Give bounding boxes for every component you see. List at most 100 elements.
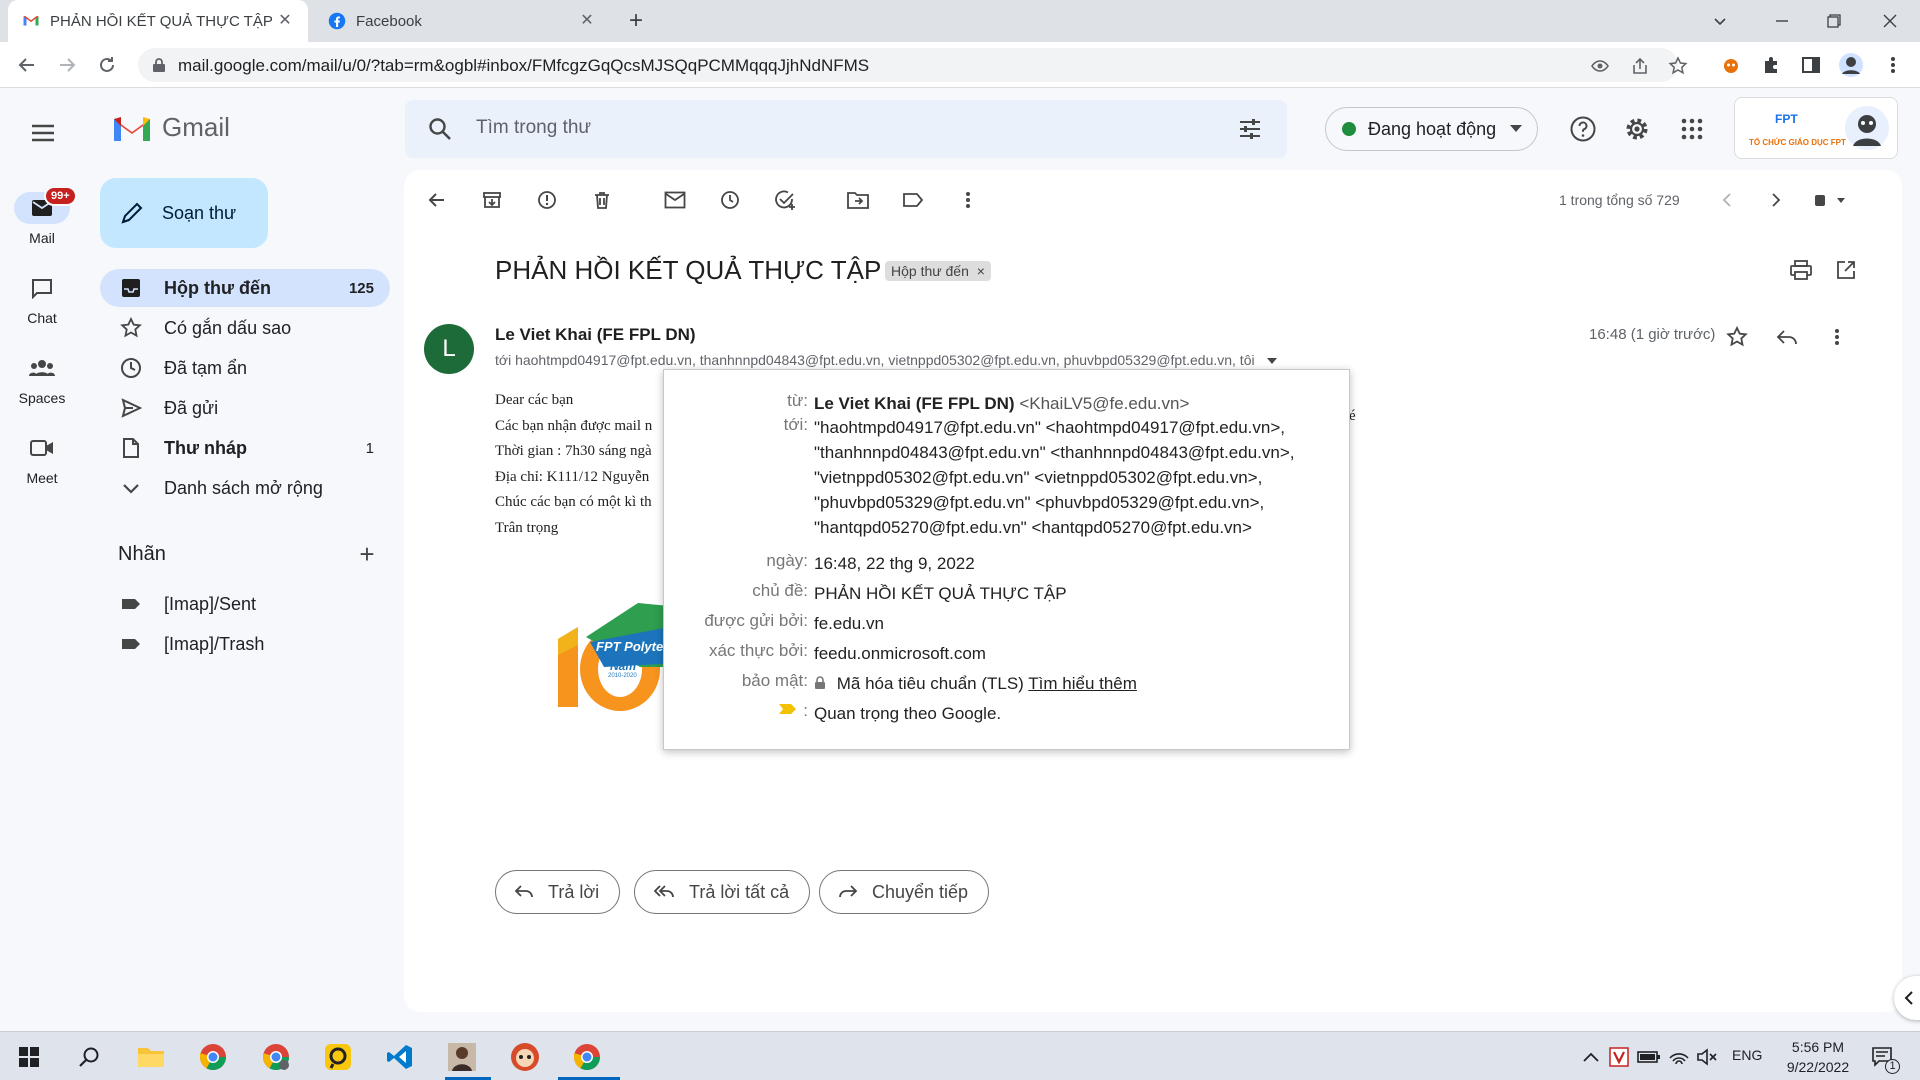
message-details-popup: từ: Le Viet Khai (FE FPL DN) <KhaiLV5@fe… <box>663 369 1350 750</box>
file-explorer-icon[interactable] <box>134 1040 168 1074</box>
windows-start-icon[interactable] <box>12 1040 46 1074</box>
photo-app-icon[interactable] <box>445 1040 479 1074</box>
clock-icon <box>120 357 142 379</box>
battery-icon[interactable] <box>1632 1040 1666 1074</box>
minimize-button[interactable] <box>1756 0 1808 42</box>
help-icon[interactable] <box>1568 114 1598 144</box>
chrome-active-icon[interactable] <box>570 1040 604 1074</box>
vscode-icon[interactable] <box>383 1040 417 1074</box>
inbox-label-chip[interactable]: Hộp thư đến × <box>885 261 991 281</box>
label-item[interactable]: [Imap]/Sent <box>100 585 390 623</box>
nav-more[interactable]: Danh sách mở rộng <box>100 469 390 507</box>
close-window-button[interactable] <box>1864 0 1916 42</box>
language-indicator[interactable]: ENG <box>1732 1047 1762 1063</box>
nav-sent[interactable]: Đã gửi <box>100 389 390 427</box>
game-app-icon[interactable] <box>508 1040 542 1074</box>
rail-meet[interactable]: Meet <box>0 432 84 486</box>
reply-arrow-icon <box>514 884 534 900</box>
chrome-icon[interactable] <box>196 1040 230 1074</box>
show-details-caret-icon[interactable] <box>1266 358 1277 365</box>
move-to-icon[interactable] <box>843 185 873 215</box>
notifications-icon[interactable]: 1 <box>1866 1040 1900 1074</box>
extension-bug-icon[interactable] <box>1718 52 1744 78</box>
settings-gear-icon[interactable] <box>1622 114 1652 144</box>
chip-label: Hộp thư đến <box>891 263 969 279</box>
input-tools-icon[interactable] <box>1809 185 1849 215</box>
taskbar-clock[interactable]: 5:56 PM 9/22/2022 <box>1768 1037 1868 1077</box>
back-to-inbox-icon[interactable] <box>422 185 452 215</box>
archive-icon[interactable] <box>477 185 507 215</box>
taskbar-search-icon[interactable] <box>72 1040 106 1074</box>
search-options-icon[interactable] <box>1237 116 1263 142</box>
older-chevron-icon[interactable] <box>1761 185 1791 215</box>
nav-inbox[interactable]: Hộp thư đến 125 <box>100 269 390 307</box>
label-icon[interactable] <box>898 185 928 215</box>
rail-chat[interactable]: Chat <box>0 272 84 326</box>
share-icon[interactable] <box>1630 56 1650 76</box>
inbox-icon <box>120 277 142 299</box>
learn-more-link[interactable]: Tìm hiểu thêm <box>1028 674 1137 693</box>
search-input[interactable]: Tìm trong thư <box>476 117 591 139</box>
add-label-button[interactable]: + <box>354 541 380 568</box>
status-selector[interactable]: Đang hoạt động <box>1325 107 1538 151</box>
lock-icon[interactable] <box>152 57 166 73</box>
tab-facebook[interactable]: Facebook ✕ <box>314 0 610 42</box>
sender-avatar[interactable]: L <box>424 324 474 374</box>
new-tab-button[interactable]: + <box>622 8 650 36</box>
side-panel-icon[interactable] <box>1798 52 1824 78</box>
tray-v-app-icon[interactable] <box>1602 1040 1636 1074</box>
more-actions-icon[interactable] <box>953 185 983 215</box>
reply-icon[interactable] <box>1772 322 1802 352</box>
snooze-icon[interactable] <box>715 185 745 215</box>
star-message-icon[interactable] <box>1722 322 1752 352</box>
search-icon[interactable] <box>427 116 453 142</box>
label-item[interactable]: [Imap]/Trash <box>100 625 390 663</box>
volume-muted-icon[interactable] <box>1690 1040 1724 1074</box>
chrome-menu-icon[interactable] <box>1880 52 1906 78</box>
to-line: "hantqpd05270@fpt.edu.vn" <hantqpd05270@… <box>814 518 1252 537</box>
nav-snoozed[interactable]: Đã tạm ẩn <box>100 349 390 387</box>
apps-grid-icon[interactable] <box>1677 114 1707 144</box>
nav-label: Danh sách mở rộng <box>164 477 323 498</box>
tab-gmail[interactable]: PHẢN HỒI KẾT QUẢ THỰC TẬP - ✕ <box>8 0 308 42</box>
add-task-icon[interactable] <box>770 185 800 215</box>
address-bar[interactable]: mail.google.com/mail/u/0/?tab=rm&ogbl#in… <box>138 48 1688 82</box>
forward-button[interactable] <box>52 50 82 80</box>
account-badge[interactable]: FPT TỔ CHỨC GIÁO DỤC FPT <box>1734 97 1898 159</box>
remove-label-icon[interactable]: × <box>977 263 985 279</box>
rail-mail[interactable]: 99+ Mail <box>0 186 84 246</box>
tab-close-icon[interactable]: ✕ <box>276 12 294 30</box>
compose-button[interactable]: Soạn thư <box>100 178 268 248</box>
gmail-logo[interactable]: Gmail <box>112 112 230 143</box>
status-label: Đang hoạt động <box>1368 118 1497 139</box>
search-bar[interactable]: Tìm trong thư <box>405 100 1287 158</box>
delete-icon[interactable] <box>587 185 617 215</box>
reply-all-button[interactable]: Trả lời tất cả <box>634 870 811 914</box>
restore-button[interactable] <box>1808 0 1860 42</box>
tab-search-icon[interactable] <box>1694 0 1746 42</box>
nav-starred[interactable]: Có gắn dấu sao <box>100 309 390 347</box>
app-chat-icon[interactable] <box>321 1040 355 1074</box>
chrome-profile-icon[interactable] <box>259 1040 293 1074</box>
forward-button[interactable]: Chuyển tiếp <box>819 870 990 914</box>
print-icon[interactable] <box>1786 255 1816 285</box>
reload-button[interactable] <box>92 50 122 80</box>
newer-chevron-icon[interactable] <box>1712 185 1742 215</box>
bookmark-star-icon[interactable] <box>1668 56 1688 76</box>
message-more-icon[interactable] <box>1822 322 1852 352</box>
message-subject: PHẢN HỒI KẾT QUẢ THỰC TẬP <box>495 255 882 285</box>
eye-icon[interactable] <box>1590 56 1610 76</box>
tab-close-icon[interactable]: ✕ <box>578 12 596 30</box>
sender-name[interactable]: Le Viet Khai (FE FPL DN) <box>495 325 696 345</box>
back-button[interactable] <box>12 50 42 80</box>
profile-avatar-icon[interactable] <box>1838 52 1864 78</box>
extensions-puzzle-icon[interactable] <box>1758 52 1784 78</box>
rail-spaces[interactable]: Spaces <box>0 352 84 406</box>
open-new-window-icon[interactable] <box>1831 255 1861 285</box>
recipients-line[interactable]: tới haohtmpd04917@fpt.edu.vn, thanhnnpd0… <box>495 352 1277 368</box>
nav-drafts[interactable]: Thư nháp 1 <box>100 429 390 467</box>
mark-unread-icon[interactable] <box>660 185 690 215</box>
main-menu-icon[interactable] <box>26 116 60 150</box>
reply-button[interactable]: Trả lời <box>495 870 621 914</box>
report-spam-icon[interactable] <box>532 185 562 215</box>
